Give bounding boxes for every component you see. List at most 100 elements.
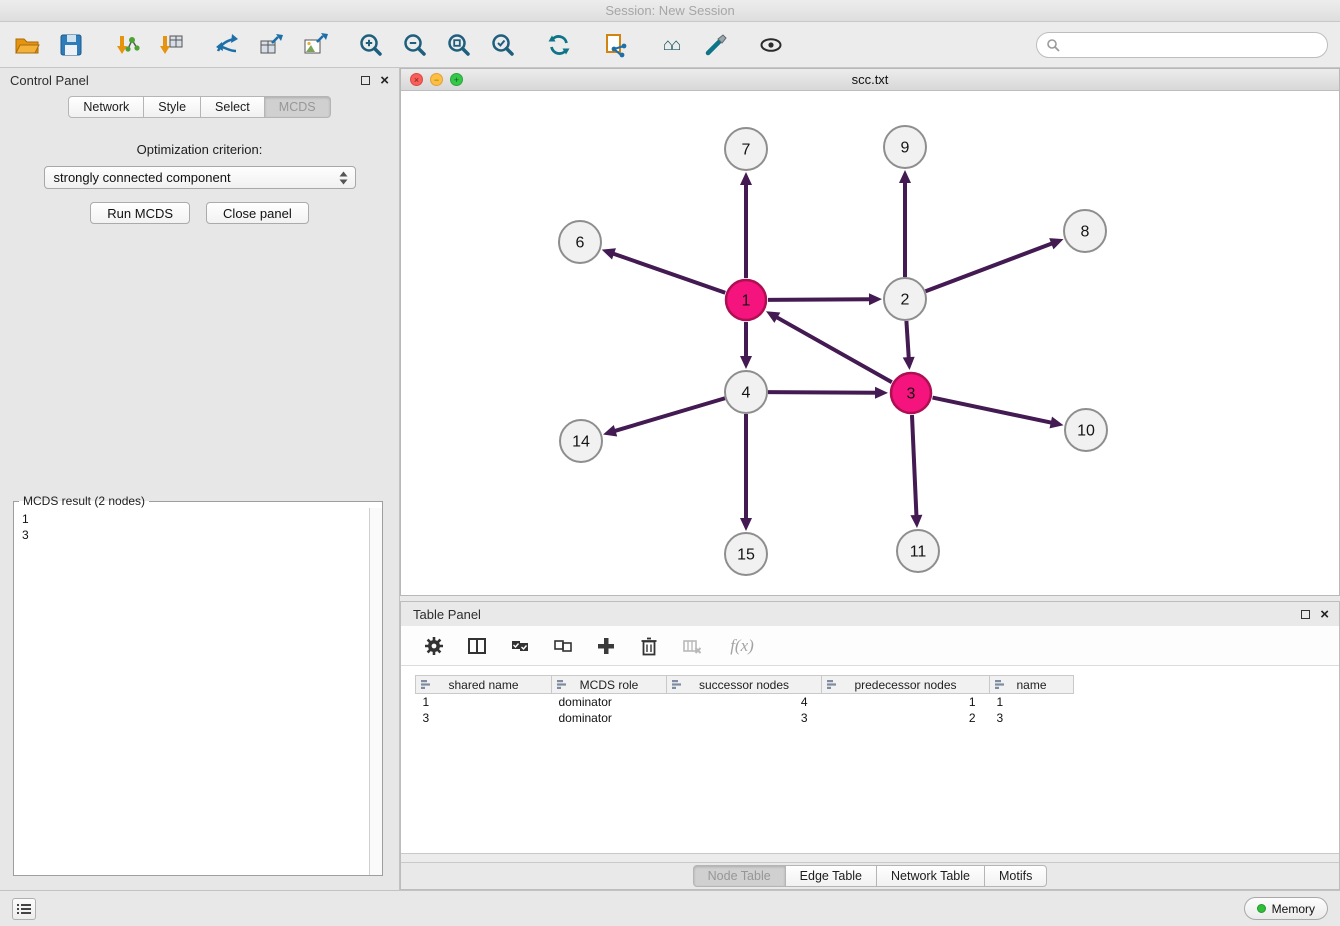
float-panel-icon[interactable]: [361, 76, 370, 85]
tab-mcds[interactable]: MCDS: [264, 96, 331, 118]
select-all-button[interactable]: [507, 633, 533, 659]
folder-icon: [13, 31, 41, 59]
plus-icon: [595, 635, 617, 657]
zoom-fit-button[interactable]: [444, 30, 474, 60]
node-table-area: shared name MCDS role successor nodes pr…: [401, 666, 1339, 853]
delete-column-button-disabled[interactable]: [679, 633, 705, 659]
save-session-button[interactable]: [56, 30, 86, 60]
zoom-out-button[interactable]: [400, 30, 430, 60]
eye-icon: [757, 31, 785, 59]
node-table-body: 1dominator4113dominator323: [416, 694, 1074, 726]
table-cell[interactable]: 3: [416, 710, 552, 726]
graph-edge[interactable]: [768, 299, 871, 300]
table-cell[interactable]: 1: [990, 694, 1074, 710]
close-table-panel-icon[interactable]: ×: [1320, 607, 1329, 622]
graph-edge[interactable]: [933, 398, 1053, 423]
mcds-result-title: MCDS result (2 nodes): [19, 494, 149, 508]
optimization-criterion-select[interactable]: strongly connected component: [44, 166, 356, 189]
tab-network[interactable]: Network: [68, 96, 144, 118]
graph-edge[interactable]: [776, 317, 892, 383]
table-cell[interactable]: dominator: [552, 710, 667, 726]
import-table-button[interactable]: [156, 30, 186, 60]
column-header-predecessor-nodes[interactable]: predecessor nodes: [822, 676, 990, 694]
home-networks-button[interactable]: ⌂⌂: [656, 30, 686, 60]
table-cell[interactable]: 1: [822, 694, 990, 710]
graph-edge[interactable]: [906, 321, 908, 359]
dropdown-arrows-icon: [338, 170, 349, 186]
graph-edge[interactable]: [614, 398, 725, 431]
task-history-button[interactable]: [12, 898, 36, 920]
column-header-successor-nodes[interactable]: successor nodes: [667, 676, 822, 694]
table-settings-button[interactable]: [421, 633, 447, 659]
table-row[interactable]: 1dominator411: [416, 694, 1074, 710]
column-label: name: [1016, 678, 1046, 692]
visibility-group: [756, 30, 786, 60]
apply-layout-button[interactable]: [544, 30, 574, 60]
zoom-selected-button[interactable]: [488, 30, 518, 60]
tab-network-table[interactable]: Network Table: [876, 865, 985, 887]
edge-arrowhead: [603, 425, 617, 437]
clone-network-icon: [601, 31, 629, 59]
tab-select[interactable]: Select: [200, 96, 265, 118]
mcds-result-list: 13: [14, 508, 382, 546]
horizontal-scrollbar[interactable]: [401, 853, 1339, 863]
tab-style[interactable]: Style: [143, 96, 201, 118]
graph-edge[interactable]: [768, 392, 877, 393]
tab-node-table[interactable]: Node Table: [693, 865, 786, 887]
save-icon: [57, 31, 85, 59]
close-window-icon[interactable]: ×: [410, 73, 423, 86]
zoom-selected-icon: [489, 31, 517, 59]
tab-edge-table[interactable]: Edge Table: [785, 865, 877, 887]
deselect-all-button[interactable]: [550, 633, 576, 659]
search-box[interactable]: [1036, 32, 1328, 58]
open-session-button[interactable]: [12, 30, 42, 60]
column-label: shared name: [448, 678, 518, 692]
graph-edge[interactable]: [912, 415, 917, 517]
tab-motifs[interactable]: Motifs: [984, 865, 1047, 887]
column-header-name[interactable]: name: [990, 676, 1074, 694]
clone-network-button[interactable]: [600, 30, 630, 60]
delete-button[interactable]: [636, 633, 662, 659]
search-input[interactable]: [1065, 38, 1318, 52]
memory-label: Memory: [1272, 902, 1315, 916]
search-icon: [1046, 38, 1060, 52]
column-header-mcds-role[interactable]: MCDS role: [552, 676, 667, 694]
import-network-button[interactable]: [112, 30, 142, 60]
memory-button[interactable]: Memory: [1244, 897, 1328, 920]
add-column-button[interactable]: [593, 633, 619, 659]
export-image-button[interactable]: [300, 30, 330, 60]
close-panel-button[interactable]: Close panel: [206, 202, 309, 224]
export-table-button[interactable]: [256, 30, 286, 60]
export-network-button[interactable]: [212, 30, 242, 60]
table-cell[interactable]: 2: [822, 710, 990, 726]
graph-edge[interactable]: [926, 243, 1054, 291]
table-cell[interactable]: 4: [667, 694, 822, 710]
clone-group: [600, 30, 630, 60]
zoom-in-button[interactable]: [356, 30, 386, 60]
float-table-panel-icon[interactable]: [1301, 610, 1310, 619]
status-bar: Memory: [0, 890, 1340, 926]
graph-edge[interactable]: [612, 253, 725, 293]
function-builder-button[interactable]: f(x): [722, 633, 762, 659]
table-cell[interactable]: 3: [667, 710, 822, 726]
control-panel-tabs: Network Style Select MCDS: [0, 92, 399, 122]
zoom-group: [356, 30, 518, 60]
visual-style-button[interactable]: [700, 30, 730, 60]
show-columns-button[interactable]: [464, 633, 490, 659]
network-graph[interactable]: 7968124314101511: [401, 91, 1336, 595]
table-cell[interactable]: 3: [990, 710, 1074, 726]
network-canvas[interactable]: 7968124314101511: [401, 91, 1339, 595]
close-panel-icon[interactable]: ×: [380, 73, 389, 88]
minimize-window-icon[interactable]: −: [430, 73, 443, 86]
result-scrollbar[interactable]: [369, 508, 382, 875]
column-header-shared-name[interactable]: shared name: [416, 676, 552, 694]
table-cell[interactable]: dominator: [552, 694, 667, 710]
table-row[interactable]: 3dominator323: [416, 710, 1074, 726]
zoom-window-icon[interactable]: +: [450, 73, 463, 86]
window-title: Session: New Session: [605, 3, 734, 18]
edge-arrowhead: [875, 387, 888, 399]
table-cell[interactable]: 1: [416, 694, 552, 710]
run-mcds-button[interactable]: Run MCDS: [90, 202, 190, 224]
optimization-criterion-label: Optimization criterion:: [0, 142, 399, 157]
show-hide-details-button[interactable]: [756, 30, 786, 60]
